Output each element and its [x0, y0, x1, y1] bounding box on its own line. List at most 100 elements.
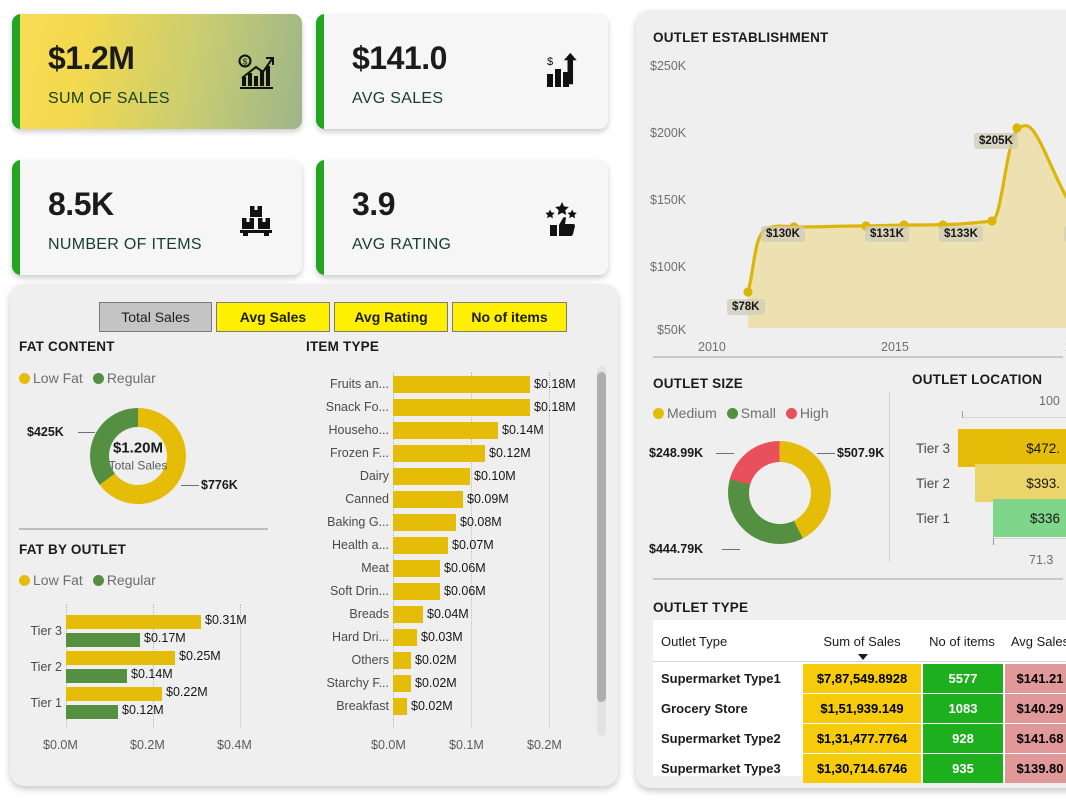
measure-tab-group[interactable]: Total Sales Avg Sales Avg Rating No of i… — [99, 302, 567, 332]
kpi-card-number-of-items[interactable]: 8.5K NUMBER OF ITEMS — [12, 160, 302, 275]
svg-text:$: $ — [547, 56, 553, 68]
bar-item-type[interactable] — [393, 606, 423, 623]
table-cell-sum-of-sales: $1,51,939.149 — [803, 694, 921, 723]
bar-category-label: Tier 1 — [30, 696, 63, 710]
x-axis-tick: $0.4M — [217, 738, 252, 752]
legend-item-regular: Regular — [92, 370, 156, 386]
gridline — [549, 372, 550, 728]
point-label: $131K — [865, 226, 909, 242]
bar-low-fat[interactable] — [66, 651, 175, 665]
legend-item-low-fat: Low Fat — [19, 370, 83, 386]
bar-value-label: $0.18M — [534, 400, 576, 414]
bar-category-label: Househo... — [328, 423, 389, 437]
bar-category-label: Snack Fo... — [325, 400, 389, 414]
bar-item-type[interactable] — [393, 675, 411, 692]
table-cell-avg-sales: $141.21 — [1005, 664, 1066, 693]
kpi-card-avg-rating[interactable]: 3.9 AVG RATING — [316, 160, 608, 275]
outlet-location-bar-tier3[interactable]: $472. — [958, 429, 1066, 467]
bar-low-fat[interactable] — [66, 687, 162, 701]
table-header-avg-sales[interactable]: Avg Sales — [1005, 628, 1066, 654]
bar-value-label: $0.10M — [474, 469, 516, 483]
bar-item-type[interactable] — [393, 514, 456, 531]
legend-label: Small — [740, 405, 776, 421]
bar-regular[interactable] — [66, 705, 118, 719]
outlet-establishment-chart[interactable]: $250K $200K $150K $100K $50K 2010 2015 2… — [636, 10, 1066, 355]
table-cell-no-of-items: 1083 — [923, 694, 1003, 723]
right-panel-vertical-divider — [889, 392, 890, 562]
bar-regular[interactable] — [66, 669, 127, 683]
outlet-type-table[interactable]: Outlet Type Sum of Sales No of items Avg… — [653, 620, 1066, 783]
kpi-label: NUMBER OF ITEMS — [48, 236, 202, 253]
data-point — [1012, 123, 1022, 133]
table-cell-no-of-items: 928 — [923, 724, 1003, 753]
bar-value-label: $0.17M — [144, 631, 186, 645]
point-label: $78K — [727, 299, 765, 315]
bar-item-type[interactable] — [393, 491, 463, 508]
bar-value-label: $0.02M — [415, 676, 457, 690]
legend-label: Regular — [106, 370, 156, 386]
dashboard-root: $1.2M SUM OF SALES $ $141.0 AVG SALES $ … — [0, 0, 1066, 800]
legend-swatch-icon — [92, 574, 104, 586]
bar-regular[interactable] — [66, 633, 140, 647]
table-header-sum-of-sales[interactable]: Sum of Sales — [803, 628, 921, 654]
boxes-pallet-icon — [236, 198, 276, 238]
point-label: $130K — [761, 226, 805, 242]
bar-item-type[interactable] — [393, 583, 440, 600]
bar-category-label: Breakfast — [336, 699, 389, 713]
x-axis-tick: $0.0M — [371, 738, 406, 752]
bar-item-type[interactable] — [393, 422, 498, 439]
y-axis-tick: $250K — [650, 59, 687, 73]
outlet-location-bar-tier1[interactable]: $336 — [993, 499, 1066, 537]
x-axis-tick: $0.1M — [449, 738, 484, 752]
item-type-title: ITEM TYPE — [306, 339, 380, 354]
x-axis-tick: $0.0M — [43, 738, 78, 752]
callout-leader-line — [716, 453, 734, 454]
outlet-location-bar-tier2[interactable]: $393. — [975, 464, 1066, 502]
legend-label: Regular — [106, 572, 156, 588]
legend-swatch-icon — [785, 407, 797, 419]
table-header-no-of-items[interactable]: No of items — [921, 628, 1003, 654]
data-point — [987, 216, 997, 226]
bar-item-type[interactable] — [393, 468, 470, 485]
bar-item-type[interactable] — [393, 376, 530, 393]
tab-avg-sales[interactable]: Avg Sales — [216, 302, 330, 332]
bar-category-label: Canned — [345, 492, 389, 506]
chart-growth-dollar-icon: $ — [236, 52, 276, 92]
fat-content-donut[interactable]: $1.20M Total Sales — [90, 408, 186, 504]
bar-value-label: $0.12M — [122, 703, 164, 717]
outlet-size-donut[interactable] — [728, 441, 831, 544]
bar-item-type[interactable] — [393, 399, 530, 416]
kpi-card-avg-sales[interactable]: $141.0 AVG SALES $ — [316, 14, 608, 129]
legend-item-regular: Regular — [92, 572, 156, 588]
table-cell-outlet-type: Supermarket Type3 — [661, 761, 781, 776]
bar-item-type[interactable] — [393, 537, 448, 554]
scrollbar-thumb[interactable] — [597, 372, 606, 702]
bar-item-type[interactable] — [393, 629, 417, 646]
kpi-value: $141.0 — [352, 40, 447, 76]
legend-label: Low Fat — [33, 370, 83, 386]
tab-avg-rating[interactable]: Avg Rating — [334, 302, 448, 332]
bar-category-label: Frozen F... — [329, 446, 389, 460]
bar-item-type[interactable] — [393, 698, 407, 715]
item-type-scrollbar[interactable] — [597, 366, 606, 736]
bar-item-type[interactable] — [393, 445, 485, 462]
bar-value-label: $0.06M — [444, 561, 486, 575]
table-header-outlet-type[interactable]: Outlet Type — [661, 628, 801, 654]
bar-value-label: $0.02M — [411, 699, 453, 713]
kpi-value: 3.9 — [352, 186, 395, 222]
bar-item-type[interactable] — [393, 652, 411, 669]
bar-category-label: Hard Dri... — [332, 630, 389, 644]
x-axis-tick: 2010 — [698, 340, 726, 354]
table-cell-avg-sales: $139.80 — [1005, 754, 1066, 783]
bar-item-type[interactable] — [393, 560, 440, 577]
outlet-type-title: OUTLET TYPE — [653, 600, 749, 615]
bar-category-label: Others — [351, 653, 389, 667]
bar-value-label: $0.04M — [427, 607, 469, 621]
tab-no-of-items[interactable]: No of items — [452, 302, 567, 332]
bar-low-fat[interactable] — [66, 615, 201, 629]
kpi-card-sum-of-sales[interactable]: $1.2M SUM OF SALES $ — [12, 14, 302, 129]
table-cell-avg-sales: $140.29 — [1005, 694, 1066, 723]
bar-value-label: $0.12M — [489, 446, 531, 460]
tab-total-sales[interactable]: Total Sales — [99, 302, 212, 332]
x-axis-tick: $0.2M — [527, 738, 562, 752]
